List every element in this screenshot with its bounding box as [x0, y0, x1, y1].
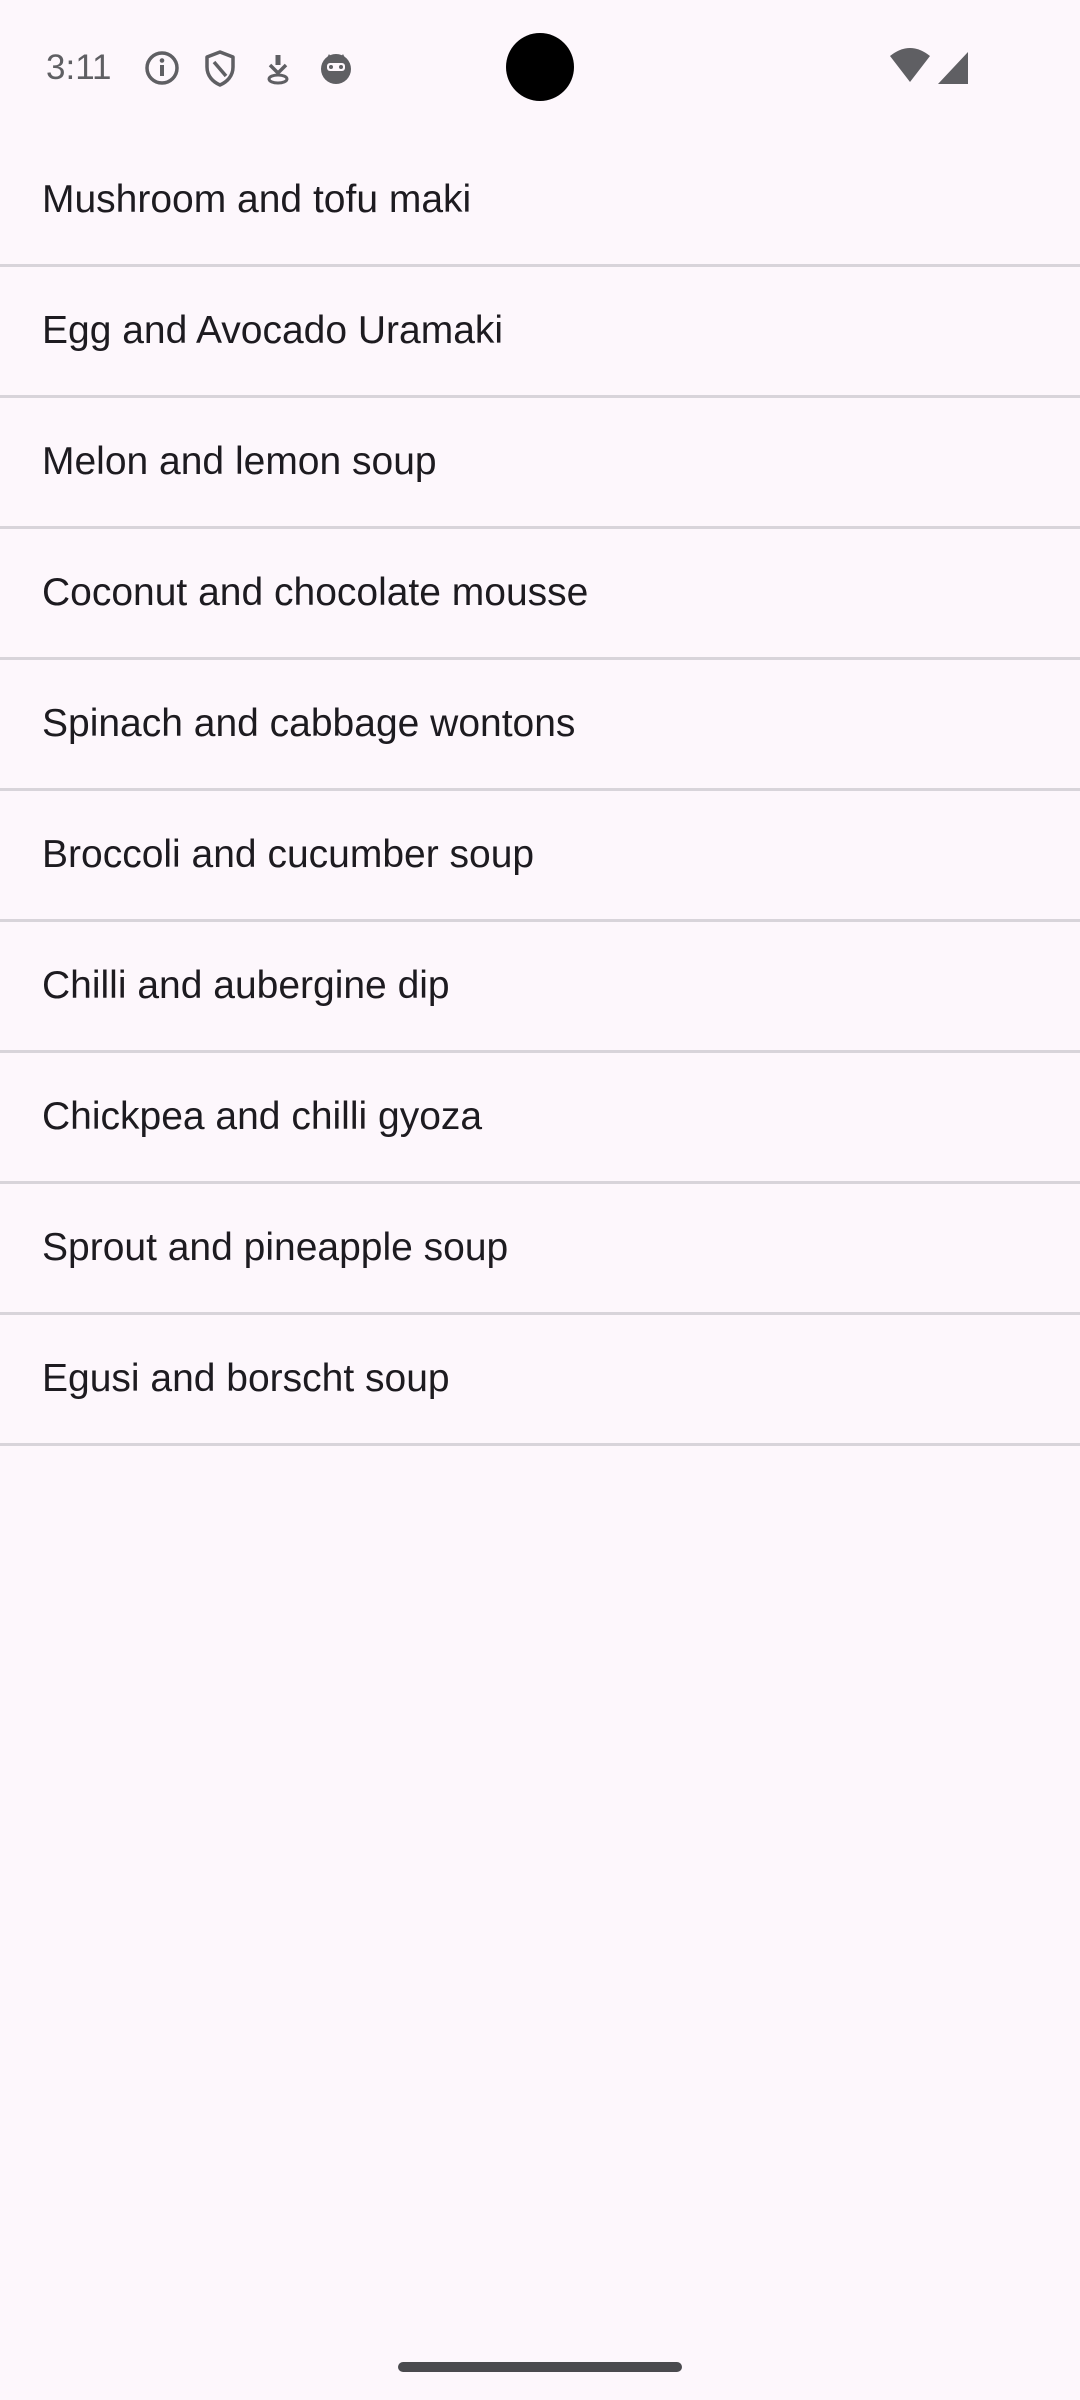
- recipe-label: Chilli and aubergine dip: [42, 964, 450, 1007]
- recipe-label: Mushroom and tofu maki: [42, 178, 472, 221]
- list-item[interactable]: Egusi and borscht soup: [0, 1315, 1080, 1446]
- cat-face-icon: [316, 48, 356, 88]
- list-item[interactable]: Broccoli and cucumber soup: [0, 791, 1080, 922]
- recipe-label: Spinach and cabbage wontons: [42, 702, 576, 745]
- list-item[interactable]: Melon and lemon soup: [0, 398, 1080, 529]
- recipe-list: Mushroom and tofu maki Egg and Avocado U…: [0, 136, 1080, 1446]
- home-indicator[interactable]: [398, 2362, 682, 2372]
- list-item[interactable]: Mushroom and tofu maki: [0, 136, 1080, 267]
- recipe-label: Egusi and borscht soup: [42, 1357, 450, 1400]
- recipe-label: Egg and Avocado Uramaki: [42, 309, 504, 352]
- recipe-label: Melon and lemon soup: [42, 440, 437, 483]
- cellular-signal-icon: [936, 50, 970, 86]
- shield-icon: [200, 48, 240, 88]
- recipe-label: Broccoli and cucumber soup: [42, 833, 535, 876]
- recipe-label: Sprout and pineapple soup: [42, 1226, 509, 1269]
- recipe-label: Chickpea and chilli gyoza: [42, 1095, 483, 1138]
- wifi-icon: [888, 46, 932, 86]
- list-item[interactable]: Chilli and aubergine dip: [0, 922, 1080, 1053]
- download-icon: [258, 48, 298, 88]
- list-item[interactable]: Chickpea and chilli gyoza: [0, 1053, 1080, 1184]
- info-icon: [142, 48, 182, 88]
- list-item[interactable]: Sprout and pineapple soup: [0, 1184, 1080, 1315]
- list-item[interactable]: Coconut and chocolate mousse: [0, 529, 1080, 660]
- status-bar: 3:11: [0, 0, 1080, 136]
- list-item[interactable]: Egg and Avocado Uramaki: [0, 267, 1080, 398]
- camera-cutout: [506, 33, 574, 101]
- status-time: 3:11: [46, 48, 112, 87]
- list-item[interactable]: Spinach and cabbage wontons: [0, 660, 1080, 791]
- recipe-label: Coconut and chocolate mousse: [42, 571, 589, 614]
